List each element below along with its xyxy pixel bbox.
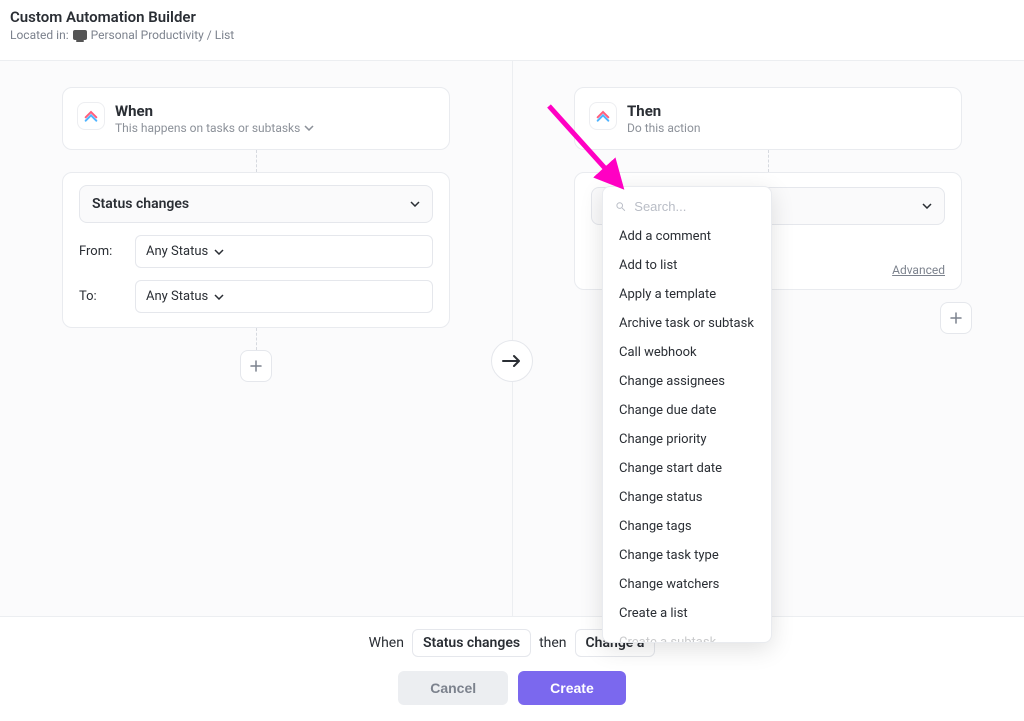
dropdown-search-row	[603, 193, 771, 222]
create-button[interactable]: Create	[518, 671, 626, 705]
located-in-label: Located in:	[10, 28, 69, 42]
from-field-row: From: Any Status	[79, 235, 433, 268]
summary-when: When	[369, 635, 404, 651]
plus-icon	[250, 360, 262, 372]
connector-line	[768, 150, 769, 172]
location-icon	[73, 30, 87, 40]
list-item[interactable]: Add to list	[603, 251, 771, 280]
list-item[interactable]: Change start date	[603, 454, 771, 483]
then-card: Then Do this action	[574, 87, 962, 150]
cancel-button[interactable]: Cancel	[398, 671, 508, 705]
list-item[interactable]: Add a comment	[603, 222, 771, 251]
list-item[interactable]: Change priority	[603, 425, 771, 454]
list-item[interactable]: Apply a template	[603, 280, 771, 309]
page-title: Custom Automation Builder	[10, 8, 1014, 26]
summary-then: then	[539, 635, 566, 651]
chevron-down-icon	[214, 249, 224, 255]
dropdown-list: Add a comment Add to list Apply a templa…	[603, 222, 771, 642]
to-status-select[interactable]: Any Status	[135, 280, 433, 313]
connector-line	[256, 328, 257, 350]
app-logo-icon	[589, 102, 617, 130]
list-item[interactable]: Change watchers	[603, 570, 771, 599]
list-item[interactable]: Change task type	[603, 541, 771, 570]
then-title: Then	[627, 102, 700, 120]
then-subtitle: Do this action	[627, 121, 700, 135]
from-label: From:	[79, 244, 121, 259]
location-path[interactable]: Personal Productivity / List	[91, 28, 235, 42]
list-item[interactable]: Change tags	[603, 512, 771, 541]
action-dropdown: Add a comment Add to list Apply a templa…	[602, 186, 772, 643]
automation-canvas: When This happens on tasks or subtasks S…	[0, 60, 1024, 620]
from-status-select[interactable]: Any Status	[135, 235, 433, 268]
dropdown-search-input[interactable]	[634, 199, 761, 214]
list-item[interactable]: Change assignees	[603, 367, 771, 396]
app-logo-icon	[77, 102, 105, 130]
to-label: To:	[79, 289, 121, 304]
list-item[interactable]: Call webhook	[603, 338, 771, 367]
breadcrumb: Located in: Personal Productivity / List	[10, 28, 1014, 42]
chevron-down-icon	[922, 203, 932, 209]
footer-buttons: Cancel Create	[398, 671, 626, 705]
list-item[interactable]: Create a subtask	[603, 628, 771, 642]
when-subtitle[interactable]: This happens on tasks or subtasks	[115, 121, 314, 135]
trigger-select[interactable]: Status changes	[79, 185, 433, 223]
trigger-card: Status changes From: Any Status To: Any …	[62, 172, 450, 328]
plus-icon	[950, 312, 962, 324]
when-card: When This happens on tasks or subtasks	[62, 87, 450, 150]
add-trigger-button[interactable]	[240, 350, 272, 382]
add-action-button[interactable]	[940, 302, 972, 334]
footer-bar: When Status changes then Change a Cancel…	[0, 616, 1024, 721]
when-title: When	[115, 102, 314, 120]
chevron-down-icon	[410, 201, 420, 207]
search-icon	[615, 200, 626, 213]
to-field-row: To: Any Status	[79, 280, 433, 313]
chevron-down-icon	[214, 294, 224, 300]
page-header: Custom Automation Builder Located in: Pe…	[0, 0, 1024, 42]
trigger-label: Status changes	[92, 196, 189, 212]
when-column: When This happens on tasks or subtasks S…	[0, 61, 512, 620]
connector-line	[256, 150, 257, 172]
summary-trigger-pill[interactable]: Status changes	[412, 629, 531, 657]
flow-arrow-icon	[491, 340, 533, 382]
list-item[interactable]: Create a list	[603, 599, 771, 628]
list-item[interactable]: Change status	[603, 483, 771, 512]
list-item[interactable]: Archive task or subtask	[603, 309, 771, 338]
list-item[interactable]: Change due date	[603, 396, 771, 425]
chevron-down-icon	[304, 125, 314, 131]
